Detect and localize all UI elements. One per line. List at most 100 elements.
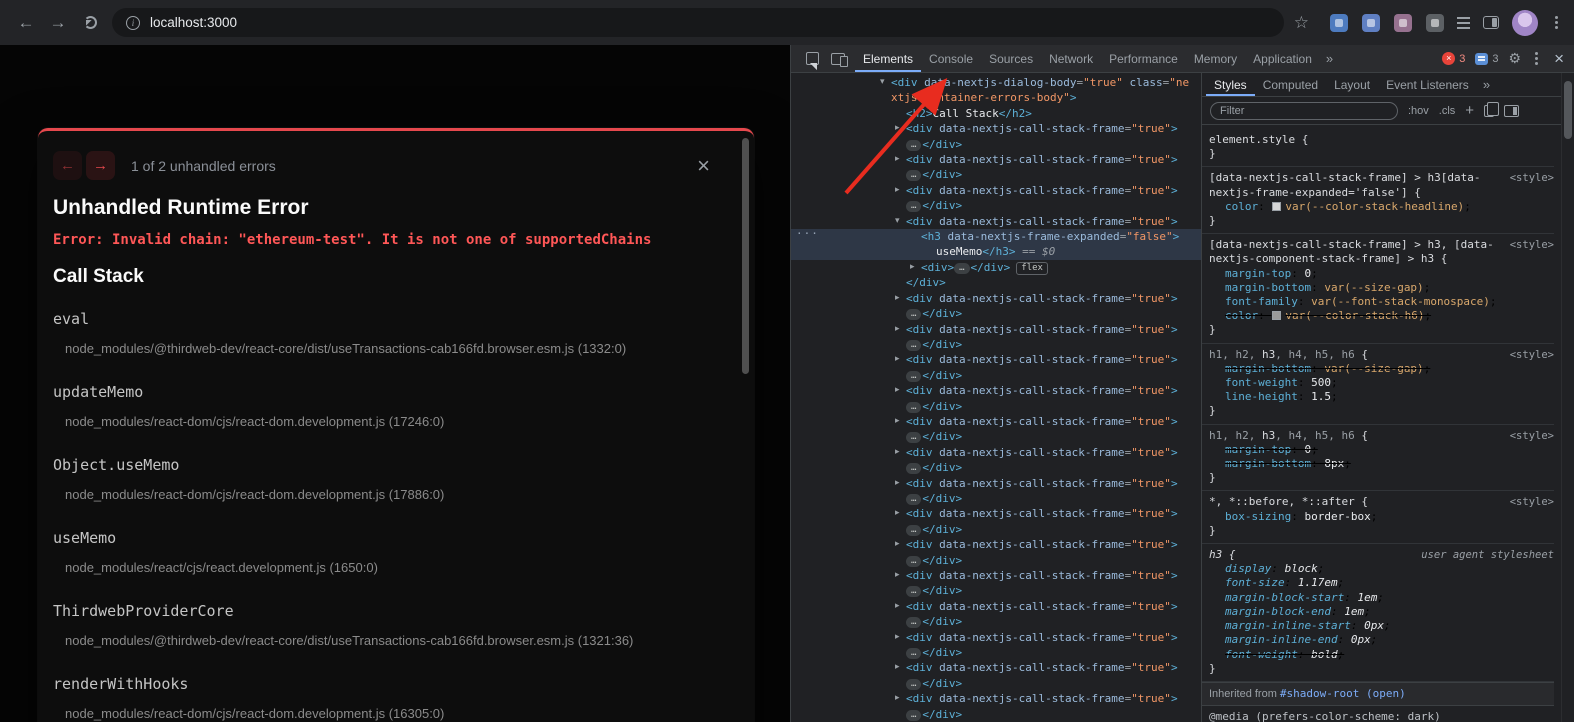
inline-expand-button[interactable]: … (906, 463, 921, 474)
back-icon[interactable]: ← (10, 7, 42, 39)
css-selector[interactable]: nextjs-frame-expanded='false'] { (1209, 186, 1554, 200)
inline-expand-button[interactable]: … (954, 263, 969, 274)
dom-tree-line[interactable]: ▸<div data-nextjs-call-stack-frame="true… (791, 599, 1201, 614)
css-property[interactable]: margin-block-start: 1em; (1209, 591, 1554, 605)
dom-tree-line[interactable]: ▸<div data-nextjs-call-stack-frame="true… (791, 537, 1201, 552)
profile-avatar[interactable] (1512, 10, 1538, 36)
expand-arrow-icon[interactable]: ▸ (895, 352, 900, 367)
css-property[interactable]: font-size: 1.17em; (1209, 576, 1554, 590)
dom-tree-line[interactable]: xtjs-container-errors-body"> (791, 90, 1201, 105)
side-panel-icon[interactable] (1483, 16, 1499, 29)
collapse-arrow-icon[interactable]: ▾ (895, 214, 900, 229)
devtools-close-icon[interactable]: × (1552, 50, 1566, 67)
css-selector[interactable]: h1, h2, h3, h4, h5, h6 {<style> (1209, 429, 1554, 443)
css-property[interactable]: box-sizing: border-box; (1209, 510, 1554, 524)
styles-sidebar-toggle-icon[interactable] (1504, 105, 1519, 117)
color-swatch[interactable] (1272, 202, 1281, 211)
styles-more-tabs-icon[interactable]: » (1477, 73, 1496, 96)
next-error-button[interactable]: → (86, 151, 115, 180)
sb-tab-event-listeners[interactable]: Event Listeners (1378, 73, 1477, 96)
dom-tree-line[interactable]: …</div> (791, 676, 1201, 691)
stylesheet-origin-label[interactable]: <style> (1510, 429, 1554, 443)
css-property[interactable]: margin-bottom: 8px; (1209, 457, 1554, 471)
dom-tree-line[interactable]: …</div> (791, 707, 1201, 722)
expand-arrow-icon[interactable]: ▸ (895, 152, 900, 167)
expand-arrow-icon[interactable]: ▸ (895, 630, 900, 645)
css-property[interactable]: margin-bottom: var(--size-gap); (1209, 281, 1554, 295)
expand-arrow-icon[interactable]: ▸ (895, 183, 900, 198)
css-selector[interactable]: [data-nextjs-call-stack-frame] > h3, [da… (1209, 238, 1554, 252)
inline-expand-button[interactable]: … (906, 371, 921, 382)
inline-expand-button[interactable]: … (906, 679, 921, 690)
css-property[interactable]: margin-bottom: var(--size-gap); (1209, 362, 1554, 376)
inline-expand-button[interactable]: … (906, 494, 921, 505)
dom-tree-line[interactable]: ▸<div data-nextjs-call-stack-frame="true… (791, 183, 1201, 198)
css-property[interactable]: margin-block-end: 1em; (1209, 605, 1554, 619)
collapse-arrow-icon[interactable]: ▾ (880, 75, 885, 90)
dom-tree-line[interactable]: <h2>Call Stack</h2> (791, 106, 1201, 121)
devtools-scrollbar[interactable] (1561, 73, 1574, 722)
dom-tree-line[interactable]: ▸<div data-nextjs-call-stack-frame="true… (791, 445, 1201, 460)
css-property[interactable]: color: var(--color-stack-h6); (1209, 309, 1554, 323)
toggle-element-state-button[interactable]: :hov (1408, 105, 1429, 117)
expand-arrow-icon[interactable]: ▸ (895, 383, 900, 398)
expand-arrow-icon[interactable]: ▸ (895, 414, 900, 429)
css-property[interactable]: margin-inline-end: 0px; (1209, 633, 1554, 647)
url-bar[interactable]: i localhost:3000 (112, 8, 1284, 37)
dom-tree-line[interactable]: useMemo</h3> == $0 (791, 244, 1201, 259)
expand-arrow-icon[interactable]: ▸ (895, 476, 900, 491)
expand-arrow-icon[interactable]: ▸ (895, 291, 900, 306)
inline-expand-button[interactable]: … (906, 140, 921, 151)
dom-tree-line[interactable]: ▸<div data-nextjs-call-stack-frame="true… (791, 121, 1201, 136)
extension-icon-1[interactable] (1330, 14, 1348, 32)
dt-tab-performance[interactable]: Performance (1101, 45, 1186, 72)
browser-menu-icon[interactable] (1555, 21, 1558, 24)
expand-arrow-icon[interactable]: ▸ (895, 121, 900, 136)
color-swatch[interactable] (1272, 311, 1281, 320)
inline-expand-button[interactable]: … (906, 556, 921, 567)
stylesheet-origin-label[interactable]: <style> (1510, 171, 1554, 185)
css-property[interactable]: font-weight: 500; (1209, 376, 1554, 390)
dom-tree-line[interactable]: ▸<div data-nextjs-call-stack-frame="true… (791, 660, 1201, 675)
forward-icon[interactable]: → (42, 7, 74, 39)
dom-tree-line[interactable]: <h3 data-nextjs-frame-expanded="false"> (791, 229, 1201, 244)
dom-tree-line[interactable]: ▸<div data-nextjs-call-stack-frame="true… (791, 630, 1201, 645)
extension-icon-3[interactable] (1394, 14, 1412, 32)
dt-tab-sources[interactable]: Sources (981, 45, 1041, 72)
inline-expand-button[interactable]: … (906, 309, 921, 320)
dom-tree-line[interactable]: …</div> (791, 614, 1201, 629)
expand-arrow-icon[interactable]: ▸ (895, 506, 900, 521)
css-property[interactable]: line-height: 1.5; (1209, 390, 1554, 404)
dom-tree-line[interactable]: ▸<div data-nextjs-call-stack-frame="true… (791, 568, 1201, 583)
expand-arrow-icon[interactable]: ▸ (895, 322, 900, 337)
css-property[interactable]: display: block; (1209, 562, 1554, 576)
css-property[interactable]: margin-top: 0; (1209, 267, 1554, 281)
inline-expand-button[interactable]: … (906, 201, 921, 212)
css-property[interactable]: font-family: var(--font-stack-monospace)… (1209, 295, 1554, 309)
inline-expand-button[interactable]: … (906, 617, 921, 628)
new-style-rule-button[interactable]: + (1465, 103, 1474, 118)
inline-expand-button[interactable]: … (906, 432, 921, 443)
extension-icon-4[interactable] (1426, 14, 1444, 32)
css-selector[interactable]: *, *::before, *::after {<style> (1209, 495, 1554, 509)
dom-tree-line[interactable]: </div> (791, 275, 1201, 290)
expand-arrow-icon[interactable]: ▸ (895, 660, 900, 675)
inline-expand-button[interactable]: … (906, 710, 921, 721)
dom-tree-line[interactable]: …</div> (791, 399, 1201, 414)
dialog-scrollbar-thumb[interactable] (742, 138, 749, 374)
inline-expand-button[interactable]: … (906, 402, 921, 413)
inline-expand-button[interactable]: … (906, 170, 921, 181)
reading-list-icon[interactable] (1457, 17, 1470, 19)
dom-tree-line[interactable]: ▾<div data-nextjs-call-stack-frame="true… (791, 214, 1201, 229)
dom-tree-line[interactable]: …</div> (791, 460, 1201, 475)
dom-tree-line[interactable]: ▸<div data-nextjs-call-stack-frame="true… (791, 291, 1201, 306)
dom-tree-line[interactable]: …</div> (791, 583, 1201, 598)
stylesheet-origin-label[interactable]: user agent stylesheet (1421, 548, 1554, 562)
css-property[interactable]: color: var(--color-stack-headline); (1209, 200, 1554, 214)
url-text[interactable]: localhost:3000 (150, 15, 237, 30)
flex-badge[interactable]: flex (1016, 262, 1048, 275)
css-selector[interactable]: h3 {user agent stylesheet (1209, 548, 1554, 562)
dt-tab-console[interactable]: Console (921, 45, 981, 72)
dt-tab-memory[interactable]: Memory (1186, 45, 1245, 72)
dom-tree-line[interactable]: …</div> (791, 429, 1201, 444)
